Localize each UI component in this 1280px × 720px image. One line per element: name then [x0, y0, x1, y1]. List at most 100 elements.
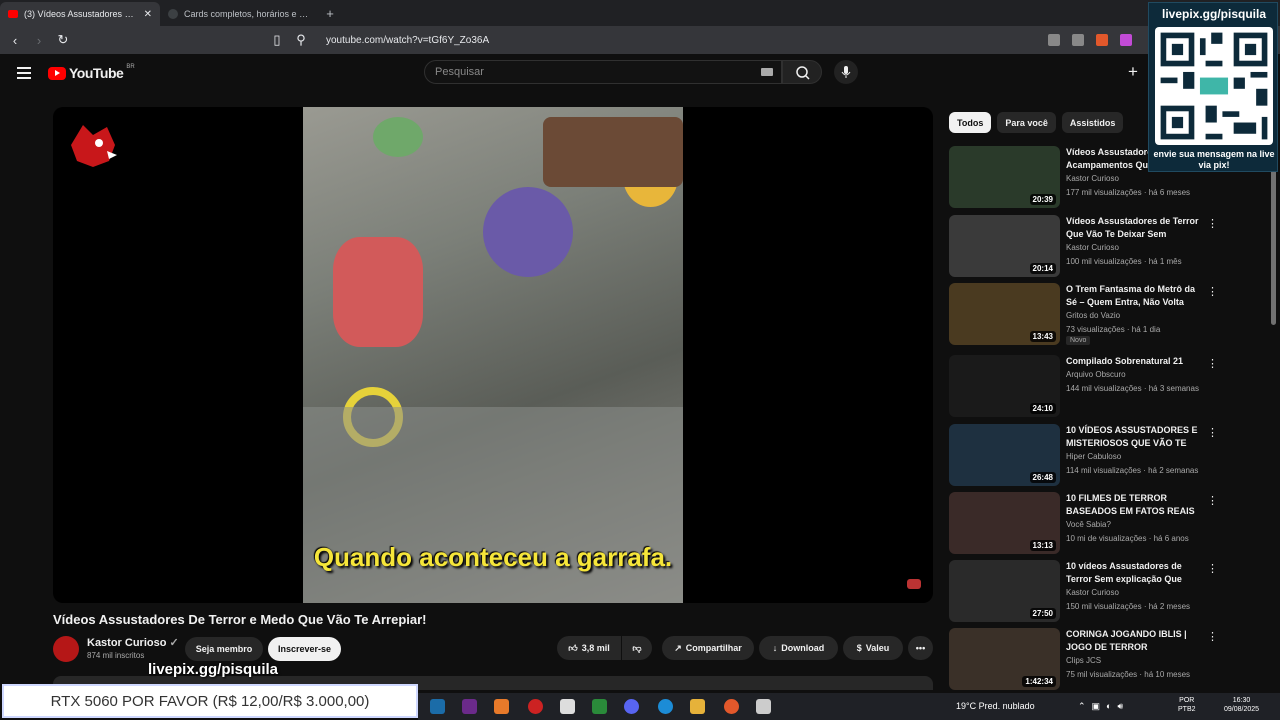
subscribe-button[interactable]: Inscrever-se: [268, 637, 341, 661]
recommendation-meta: 144 mil visualizações · há 3 semanas: [1066, 384, 1199, 393]
video-branding-icon[interactable]: [907, 579, 921, 589]
recommendation-meta: 10 mi de visualizações · há 6 anos: [1066, 534, 1189, 543]
app-icon[interactable]: [560, 699, 575, 714]
keyboard-icon[interactable]: [761, 68, 773, 76]
video-thumbnail[interactable]: 20:39: [949, 146, 1060, 208]
weather-widget[interactable]: 19°C Pred. nublado: [956, 701, 1035, 711]
qr-title: livepix.gg/pisquila: [1161, 7, 1267, 21]
download-button[interactable]: ↓ Download: [759, 636, 838, 660]
recommendation-channel[interactable]: Clips JCS: [1066, 656, 1101, 665]
chip-todos[interactable]: Todos: [949, 112, 992, 133]
recommendation-channel[interactable]: Kastor Curioso: [1066, 174, 1119, 183]
qr-code-icon: [1155, 27, 1273, 145]
brave-icon[interactable]: [724, 699, 739, 714]
more-vertical-icon[interactable]: ⋮: [1207, 630, 1218, 643]
new-tab-icon[interactable]: +: [320, 2, 340, 26]
recommendation-item[interactable]: 13:43 O Trem Fantasma do Metrô da Sé – Q…: [949, 283, 1229, 347]
thanks-button[interactable]: $ Valeu: [843, 636, 903, 660]
recommendation-item[interactable]: 13:13 10 FILMES DE TERROR BASEADOS EM FA…: [949, 492, 1229, 556]
mic-button[interactable]: [834, 60, 858, 84]
app-icon[interactable]: [592, 699, 607, 714]
recommendation-channel[interactable]: Arquivo Obscuro: [1066, 370, 1126, 379]
browser-tab-bar: (3) Vídeos Assustadores De T... ✕ Cards …: [0, 0, 1280, 26]
channel-avatar[interactable]: [53, 636, 79, 662]
recommendation-title[interactable]: Vídeos Assustadores de Terror Que Vão Te…: [1066, 215, 1201, 241]
video-thumbnail[interactable]: 20:14: [949, 215, 1060, 277]
recommendation-channel[interactable]: Hiper Cabuloso: [1066, 452, 1121, 461]
brave-shield-icon[interactable]: [1096, 34, 1108, 46]
tab-cards[interactable]: Cards completos, horários e estatísti...: [160, 2, 320, 26]
chip-para-voce[interactable]: Para você: [997, 112, 1056, 133]
system-tray-icons[interactable]: ⌃▣◐🔊︎: [1078, 701, 1129, 712]
video-thumbnail[interactable]: 26:48: [949, 424, 1060, 486]
discord-icon[interactable]: [624, 699, 639, 714]
share-button[interactable]: ↗ Compartilhar: [662, 636, 754, 660]
recommendation-item[interactable]: 1:42:34 CORINGA JOGANDO IBLIS | JOGO DE …: [949, 628, 1229, 692]
clock[interactable]: 16:30 09/08/2025: [1224, 696, 1259, 714]
like-button[interactable]: 👍︎ 3,8 mil: [557, 636, 621, 660]
recommendation-channel[interactable]: Kastor Curioso: [1066, 243, 1119, 252]
close-tab-icon[interactable]: ✕: [144, 9, 152, 20]
recommendation-channel[interactable]: Você Sabia?: [1066, 520, 1111, 529]
folder-icon[interactable]: [690, 699, 705, 714]
forward-icon[interactable]: ›: [32, 33, 46, 48]
recommendation-meta: 150 mil visualizações · há 2 meses: [1066, 602, 1191, 611]
recommendation-title[interactable]: 10 VÍDEOS ASSUSTADORES E MISTERIOSOS QUE…: [1066, 424, 1201, 450]
back-icon[interactable]: ‹: [8, 33, 22, 48]
recommendation-item[interactable]: 20:14 Vídeos Assustadores de Terror Que …: [949, 215, 1229, 279]
video-thumbnail[interactable]: 13:43: [949, 283, 1060, 345]
recommendation-title[interactable]: 10 FILMES DE TERROR BASEADOS EM FATOS RE…: [1066, 492, 1201, 518]
more-actions-button[interactable]: •••: [908, 636, 933, 660]
video-thumbnail[interactable]: 24:10: [949, 355, 1060, 417]
recommendation-title[interactable]: O Trem Fantasma do Metrô da Sé – Quem En…: [1066, 283, 1201, 309]
more-vertical-icon[interactable]: ⋮: [1207, 562, 1218, 575]
app-icon[interactable]: [494, 699, 509, 714]
more-vertical-icon[interactable]: ⋮: [1207, 426, 1218, 439]
more-vertical-icon[interactable]: ⋮: [1207, 357, 1218, 370]
dislike-button[interactable]: 👎︎: [622, 636, 652, 660]
edge-icon[interactable]: [658, 699, 673, 714]
recommendation-item[interactable]: 24:10 Compilado Sobrenatural 21 Arquivo …: [949, 355, 1229, 419]
rewards-icon[interactable]: [1120, 34, 1132, 46]
youtube-logo[interactable]: YouTube BR: [48, 64, 135, 81]
video-thumbnail[interactable]: 13:13: [949, 492, 1060, 554]
app-icon[interactable]: [462, 699, 477, 714]
share-icon[interactable]: [1072, 34, 1084, 46]
recommendation-title[interactable]: 10 vídeos Assustadores de Terror Sem exp…: [1066, 560, 1201, 586]
recommendation-meta: 100 mil visualizações · há 1 mês: [1066, 257, 1182, 266]
duration-badge: 24:10: [1029, 403, 1056, 414]
search-icon: [796, 66, 810, 80]
steam-icon[interactable]: [430, 699, 445, 714]
more-vertical-icon[interactable]: ⋮: [1207, 217, 1218, 230]
video-player[interactable]: Quando aconteceu a garrafa.: [53, 107, 933, 603]
chip-assistidos[interactable]: Assistidos: [1061, 112, 1124, 133]
cast-icon[interactable]: [1048, 34, 1060, 46]
recommendation-item[interactable]: 27:50 10 vídeos Assustadores de Terror S…: [949, 560, 1229, 624]
video-thumbnail[interactable]: 27:50: [949, 560, 1060, 622]
channel-name[interactable]: Kastor Curioso ✓: [87, 636, 179, 649]
create-icon[interactable]: +: [1128, 62, 1138, 82]
bookmark-icon[interactable]: ▯: [270, 32, 284, 48]
more-vertical-icon[interactable]: ⋮: [1207, 285, 1218, 298]
reload-icon[interactable]: ↻: [56, 32, 70, 48]
recommendation-channel[interactable]: Kastor Curioso: [1066, 588, 1119, 597]
video-title: Vídeos Assustadores De Terror e Medo Que…: [53, 612, 427, 627]
filter-chips: Todos Para você Assistidos: [949, 112, 1124, 133]
recommendation-title[interactable]: CORINGA JOGANDO IBLIS | JOGO DE TERROR: [1066, 628, 1201, 654]
input-language[interactable]: POR PTB2: [1178, 696, 1196, 714]
duration-badge: 13:13: [1029, 540, 1056, 551]
tab-youtube[interactable]: (3) Vídeos Assustadores De T... ✕: [0, 2, 160, 26]
url-field[interactable]: youtube.com/watch?v=tGf6Y_Zo36A: [326, 35, 1038, 46]
video-thumbnail[interactable]: 1:42:34: [949, 628, 1060, 690]
search-button[interactable]: [782, 60, 822, 84]
app-icon[interactable]: [528, 699, 543, 714]
app-icon[interactable]: [756, 699, 771, 714]
recommendation-title[interactable]: Compilado Sobrenatural 21: [1066, 355, 1201, 368]
site-info-icon[interactable]: ⚲: [294, 32, 308, 48]
recommendation-channel[interactable]: Gritos do Vazio: [1066, 311, 1120, 320]
search-input[interactable]: Pesquisar: [424, 60, 782, 84]
join-button[interactable]: Seja membro: [185, 637, 263, 661]
recommendation-item[interactable]: 26:48 10 VÍDEOS ASSUSTADORES E MISTERIOS…: [949, 424, 1229, 488]
more-vertical-icon[interactable]: ⋮: [1207, 494, 1218, 507]
menu-icon[interactable]: [17, 67, 31, 82]
